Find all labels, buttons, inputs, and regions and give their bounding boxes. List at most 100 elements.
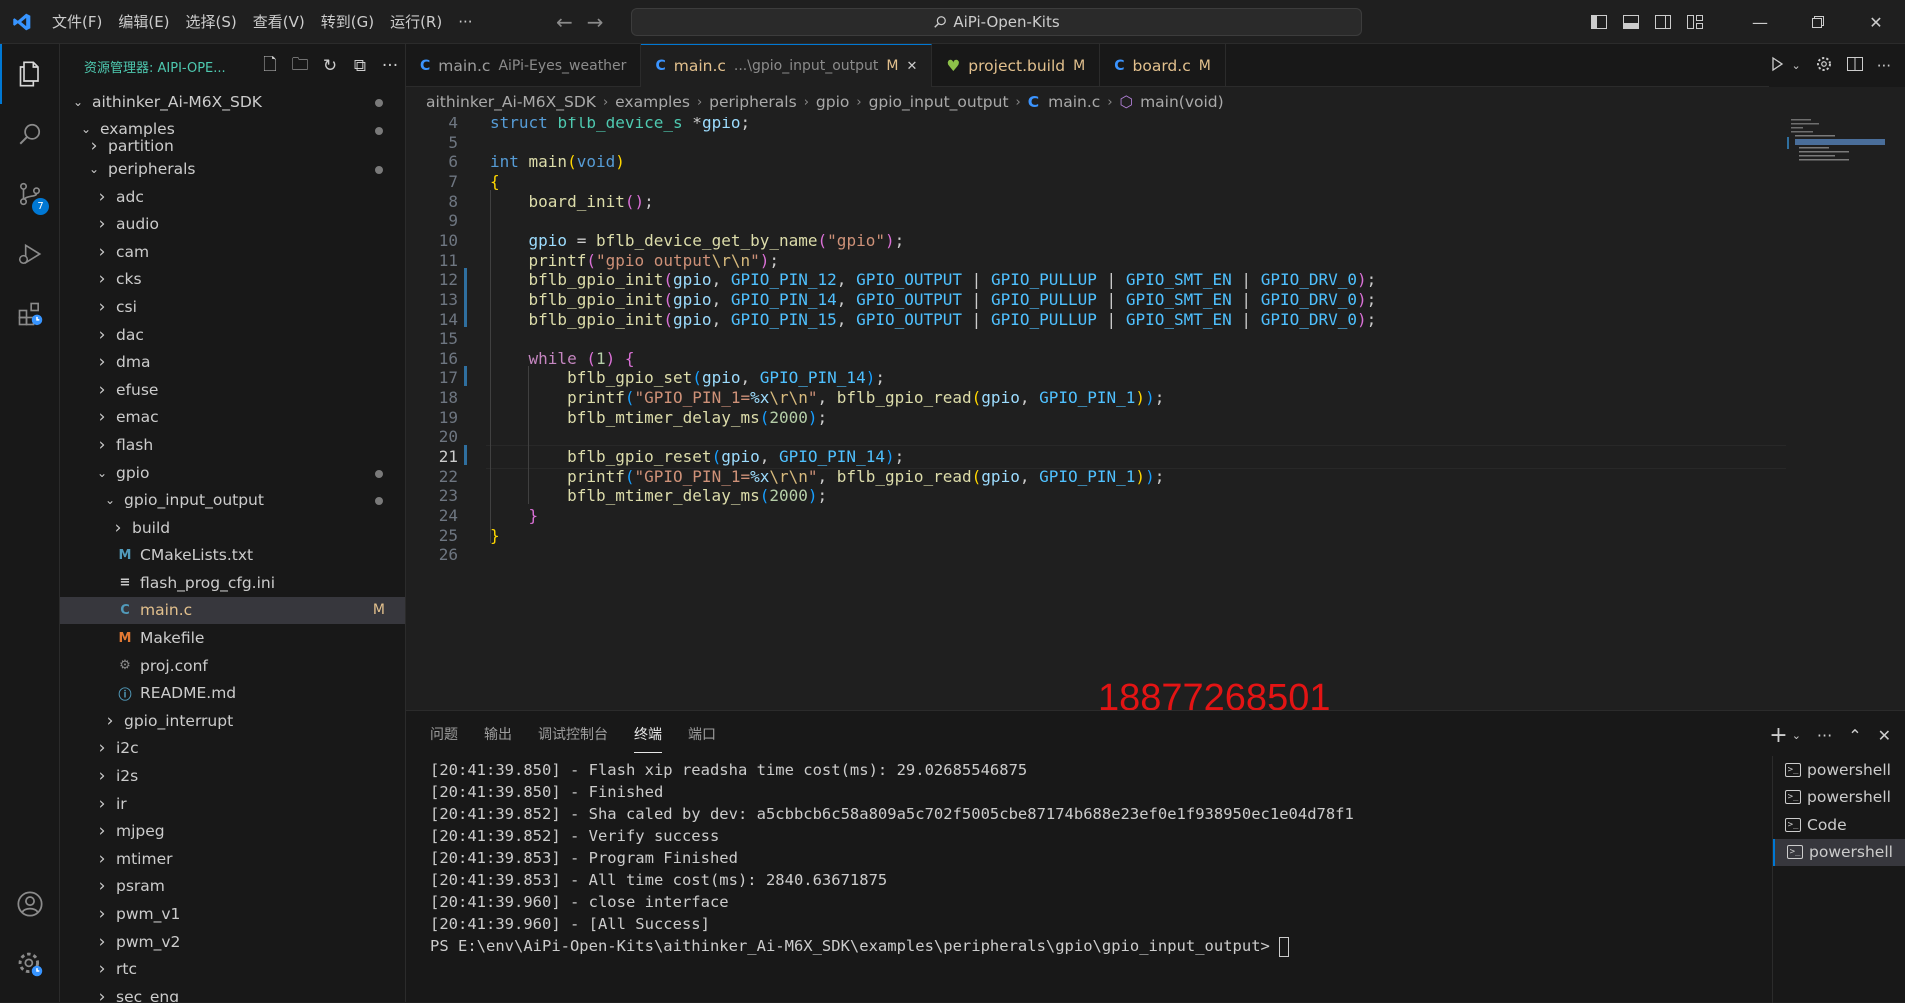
tree-row[interactable]: › cks [60,266,405,294]
terminal-list-item[interactable]: >_ powershell [1773,756,1905,784]
panel-tab[interactable]: 终端 [634,716,662,753]
terminal-list-item[interactable]: >_ powershell [1773,838,1905,866]
tree-row[interactable]: ⓘ README.md [60,679,405,707]
code-editor[interactable]: 4 struct bflb_device_s *gpio; 5 6 int main(v… [406,117,1905,707]
tree-row[interactable]: › mtimer [60,845,405,873]
command-center-search[interactable]: AiPi-Open-Kits [631,8,1362,36]
tree-row[interactable]: › adc [60,183,405,211]
source-control-icon[interactable]: 7 [0,164,60,224]
tree-row[interactable]: › pwm_v1 [60,900,405,928]
extensions-icon[interactable] [0,284,60,344]
terminal-dropdown-icon[interactable]: ⌄ [1792,729,1801,742]
more-actions-icon[interactable]: ··· [375,56,405,76]
breadcrumb-item[interactable]: peripherals [709,93,797,111]
customize-layout-icon[interactable] [1679,0,1711,44]
tree-row[interactable]: ⌄ peripherals [60,155,405,183]
menu-item[interactable]: 编辑(E) [110,0,177,44]
menu-item[interactable]: ··· [450,0,480,44]
breadcrumb-item[interactable]: aithinker_Ai-M6X_SDK [426,93,596,111]
maximize-panel-icon[interactable]: ⌃ [1848,726,1861,745]
terminal-list-item[interactable]: >_ powershell [1773,784,1905,812]
close-panel-icon[interactable]: ✕ [1878,726,1891,745]
menu-item[interactable]: 查看(V) [245,0,313,44]
panel-tab[interactable]: 输出 [484,716,512,752]
breadcrumb-item[interactable]: main.c [1048,93,1100,111]
tree-row[interactable]: ⌄ aithinker_Ai-M6X_SDK [60,88,405,116]
close-tab-icon[interactable]: ✕ [906,59,917,74]
tree-row[interactable]: M CMakeLists.txt [60,542,405,570]
panel-tab[interactable]: 问题 [430,716,458,752]
breadcrumb-item[interactable]: main(void) [1140,93,1224,111]
tree-row[interactable]: ≡ flash_prog_cfg.ini [60,569,405,597]
tree-row[interactable]: › i2s [60,762,405,790]
tree-row[interactable]: › build [60,514,405,542]
code-token: | [962,270,991,290]
panel-more-icon[interactable]: ··· [1817,726,1832,745]
tree-row[interactable]: › audio [60,210,405,238]
toggle-primary-sidebar-icon[interactable] [1583,0,1615,44]
collapse-all-icon[interactable]: ⧉ [345,56,375,76]
search-view-icon[interactable] [0,104,60,164]
tree-row[interactable]: ⌄ gpio [60,459,405,487]
forward-arrow-icon[interactable]: → [587,10,604,34]
tree-row[interactable]: › psram [60,873,405,901]
manage-gear-icon[interactable] [0,934,60,994]
tree-row[interactable]: › dma [60,348,405,376]
split-editor-icon[interactable] [1846,56,1863,76]
tree-row[interactable]: › mjpeg [60,817,405,845]
accounts-icon[interactable] [0,874,60,934]
tree-row[interactable]: ⌄ gpio_input_output [60,486,405,514]
minimap[interactable] [1777,117,1887,177]
code-token: ; [894,230,905,250]
terminal-list-item[interactable]: >_ Code [1773,811,1905,839]
editor-tab[interactable]: Cboard.c M [1100,44,1226,87]
code-line[interactable]: 26 [406,543,1786,567]
editor-tab[interactable]: ♥ project.build M [932,44,1101,87]
tree-row[interactable]: › dac [60,321,405,349]
terminal-prompt[interactable]: PS E:\env\AiPi-Open-Kits\aithinker_Ai-M6… [430,935,1790,957]
toggle-secondary-sidebar-icon[interactable] [1647,0,1679,44]
run-debug-icon[interactable] [0,224,60,284]
breadcrumb-item[interactable]: gpio [816,93,849,111]
editor-tab[interactable]: Cmain.c AiPi-Eyes_weather [406,44,642,87]
tree-row[interactable]: › flash [60,431,405,459]
panel-tab[interactable]: 端口 [688,716,716,752]
more-editor-actions-icon[interactable]: ··· [1877,57,1891,75]
tree-row[interactable]: Cmain.c M [60,596,405,625]
refresh-icon[interactable]: ↻ [315,56,345,76]
terminal-output[interactable]: [20:41:39.850] - Flash xip readsha time … [430,759,1790,957]
minimize-icon[interactable]: — [1731,0,1789,44]
back-arrow-icon[interactable]: ← [556,10,573,34]
tree-row[interactable]: › emac [60,404,405,432]
tree-row[interactable]: › ir [60,790,405,818]
tree-row[interactable]: › i2c [60,735,405,763]
menu-item[interactable]: 转到(G) [313,0,382,44]
menu-item[interactable]: 运行(R) [382,0,450,44]
tree-row[interactable]: › sec_eng [60,983,405,1002]
restore-icon[interactable] [1789,0,1847,44]
close-window-icon[interactable]: ✕ [1847,0,1905,44]
breadcrumb-item[interactable]: examples [615,93,690,111]
tree-row[interactable]: › pwm_v2 [60,928,405,956]
editor-tab[interactable]: Cmain.c ...\gpio_input_output M ✕ [641,44,933,87]
menu-item[interactable]: 文件(F) [44,0,110,44]
new-folder-icon[interactable]: 🗀 [285,52,315,81]
breadcrumb-item[interactable]: gpio_input_output [869,93,1009,111]
tree-row[interactable]: M Makefile [60,624,405,652]
tree-row[interactable]: › efuse [60,376,405,404]
settings-gear-icon[interactable] [1815,55,1833,77]
tree-row[interactable]: › csi [60,293,405,321]
panel-tab[interactable]: 调试控制台 [538,716,608,752]
tree-row[interactable]: › cam [60,238,405,266]
new-terminal-icon[interactable]: + [1769,723,1787,748]
run-file-icon[interactable] [1769,56,1785,76]
explorer-icon[interactable] [0,44,60,104]
tree-row[interactable]: › partition [60,136,405,156]
run-dropdown-icon[interactable]: ⌄ [1791,59,1800,72]
tree-row[interactable]: › gpio_interrupt [60,707,405,735]
tree-row[interactable]: ⚙ proj.conf [60,652,405,680]
menu-item[interactable]: 选择(S) [178,0,245,44]
toggle-panel-icon[interactable] [1615,0,1647,44]
new-file-icon[interactable]: 🗋 [255,52,285,81]
tree-row[interactable]: › rtc [60,955,405,983]
